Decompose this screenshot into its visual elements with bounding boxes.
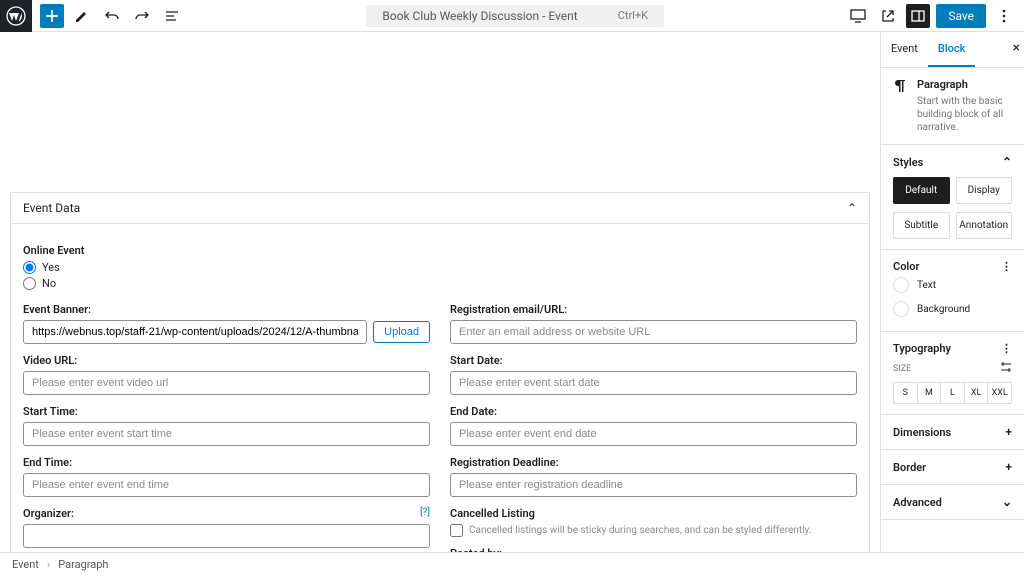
start-date-label: Start Date: [450,354,857,367]
advanced-heading[interactable]: Advanced [893,496,942,509]
breadcrumb-current[interactable]: Paragraph [58,558,108,571]
styles-heading: Styles [893,156,923,169]
document-title-text: Book Club Weekly Discussion - Event [382,9,577,23]
deadline-label: Registration Deadline: [450,456,857,469]
color-background[interactable]: Background [893,297,1012,321]
sidebar-toggle-icon[interactable] [906,4,930,28]
cancelled-label: Cancelled Listing [450,507,857,520]
size-settings-icon[interactable] [1000,361,1012,376]
dimensions-heading[interactable]: Dimensions [893,426,951,439]
size-label: Size [893,364,911,374]
event-data-panel: Event Data ⌃ Online Event Yes No Event B… [10,192,870,552]
size-s[interactable]: S [894,383,918,403]
style-display[interactable]: Display [956,177,1013,204]
panel-header[interactable]: Event Data ⌃ [11,193,869,224]
view-desktop-icon[interactable] [846,4,870,28]
posted-by-label: Posted by: [450,547,857,552]
save-button[interactable]: Save [936,4,986,28]
breadcrumb-separator: › [47,558,50,571]
tab-event[interactable]: Event [881,32,928,67]
block-description: Start with the basic building block of a… [917,95,1012,134]
start-time-input[interactable] [23,422,430,446]
banner-input[interactable] [23,320,367,344]
border-heading[interactable]: Border [893,461,926,474]
color-text[interactable]: Text [893,273,1012,297]
collapse-icon[interactable]: ⌃ [847,201,857,215]
video-label: Video URL: [23,354,430,367]
add-block-button[interactable] [40,4,64,28]
deadline-input[interactable] [450,473,857,497]
panel-title: Event Data [23,201,80,215]
style-subtitle[interactable]: Subtitle [893,212,950,239]
style-annotation[interactable]: Annotation [956,212,1013,239]
style-default[interactable]: Default [893,177,950,204]
typo-options-icon[interactable]: ⋮ [1001,342,1012,355]
color-options-icon[interactable]: ⋮ [1001,260,1012,273]
command-shortcut: Ctrl+K [618,9,648,22]
styles-collapse-icon[interactable]: ⌃ [1002,155,1012,169]
block-name: Paragraph [917,78,1012,91]
external-link-icon[interactable] [876,4,900,28]
online-event-label: Online Event [23,244,857,257]
video-input[interactable] [23,371,430,395]
reg-email-label: Registration email/URL: [450,303,857,316]
color-heading: Color [893,260,919,273]
online-no-radio[interactable] [23,277,36,290]
border-add-icon[interactable]: + [1005,460,1012,474]
banner-label: Event Banner: [23,303,430,316]
undo-icon[interactable] [100,4,124,28]
tab-block[interactable]: Block [928,32,975,67]
wordpress-logo[interactable] [0,0,32,32]
reg-email-input[interactable] [450,320,857,344]
edit-tool-icon[interactable] [70,4,94,28]
organizer-hint[interactable]: [?] [420,507,430,520]
organizer-input[interactable] [23,524,430,548]
document-overview-icon[interactable] [160,4,184,28]
advanced-expand-icon[interactable]: ⌄ [1002,495,1012,509]
breadcrumb: Event › Paragraph [0,552,1024,576]
size-m[interactable]: M [918,383,942,403]
size-xxl[interactable]: XXL [988,383,1011,403]
typography-heading: Typography [893,342,951,355]
start-date-input[interactable] [450,371,857,395]
organizer-label: Organizer:[?] [23,507,430,520]
end-date-label: End Date: [450,405,857,418]
paragraph-icon [893,78,909,97]
dimensions-add-icon[interactable]: + [1005,425,1012,439]
end-time-label: End Time: [23,456,430,469]
cancelled-checkbox[interactable] [450,524,463,537]
upload-button[interactable]: Upload [373,321,430,343]
size-xl[interactable]: XL [965,383,989,403]
size-l[interactable]: L [941,383,965,403]
document-title[interactable]: Book Club Weekly Discussion - Event Ctrl… [366,5,664,27]
online-yes-radio[interactable] [23,261,36,274]
close-sidebar-icon[interactable]: × [1013,40,1020,56]
options-menu-icon[interactable] [992,4,1016,28]
end-date-input[interactable] [450,422,857,446]
redo-icon[interactable] [130,4,154,28]
breadcrumb-root[interactable]: Event [12,558,39,571]
end-time-input[interactable] [23,473,430,497]
start-time-label: Start Time: [23,405,430,418]
